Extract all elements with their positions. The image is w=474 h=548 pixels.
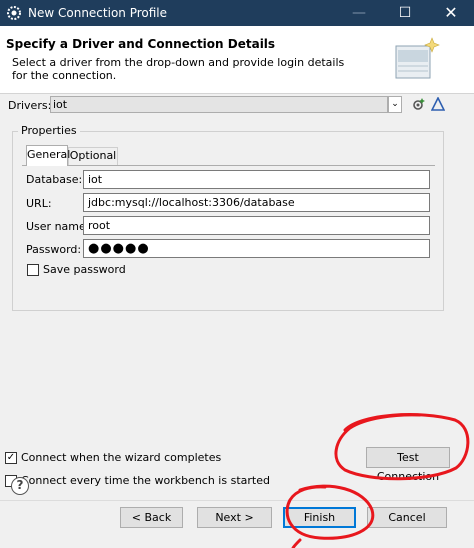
new-driver-icon[interactable] (412, 97, 426, 111)
database-field[interactable]: iot (83, 170, 430, 189)
page-title: Specify a Driver and Connection Details (6, 37, 276, 51)
window-title: New Connection Profile (28, 6, 168, 20)
chevron-down-icon[interactable]: ⌄ (388, 96, 402, 113)
connect-on-finish-checkbox[interactable]: ✓ (5, 452, 17, 464)
properties-legend: Properties (18, 124, 80, 137)
save-password-label: Save password (43, 263, 126, 276)
minimize-button[interactable]: — (336, 0, 382, 26)
username-field[interactable]: root (83, 216, 430, 235)
maximize-button[interactable]: ☐ (382, 0, 428, 26)
wizard-header: Specify a Driver and Connection Details … (0, 26, 474, 94)
drivers-label: Drivers: (8, 99, 52, 112)
edit-driver-icon[interactable] (431, 97, 445, 111)
save-password-checkbox[interactable] (27, 264, 39, 276)
tab-optional[interactable]: Optional (68, 147, 118, 165)
url-field[interactable]: jdbc:mysql://localhost:3306/database (83, 193, 430, 212)
test-connection-button[interactable]: Test Connection (366, 447, 450, 483)
connect-on-startup-label: Connect every time the workbench is star… (21, 474, 270, 487)
password-field[interactable]: ●●●●● (83, 239, 430, 258)
database-label: Database: (26, 173, 83, 186)
cancel-button[interactable]: Cancel (367, 507, 447, 528)
wizard-body: Drivers: iot ⌄ Properties General Option… (0, 94, 474, 500)
username-label: User name: (26, 220, 90, 233)
finish-button[interactable]: Finish (283, 507, 356, 528)
tab-general[interactable]: General (26, 145, 70, 166)
password-label: Password: (26, 243, 82, 256)
window-titlebar: New Connection Profile — ☐ ✕ (0, 0, 474, 26)
help-icon[interactable]: ? (11, 477, 29, 495)
back-button[interactable]: < Back (120, 507, 183, 528)
close-button[interactable]: ✕ (428, 0, 474, 26)
connect-on-finish-label: Connect when the wizard completes (21, 451, 222, 464)
next-button[interactable]: Next > (197, 507, 272, 528)
page-description: Select a driver from the drop-down and p… (12, 56, 345, 82)
drivers-dropdown[interactable]: iot (50, 96, 388, 113)
url-label: URL: (26, 197, 52, 210)
app-gear-icon (7, 6, 21, 20)
wizard-banner-icon (395, 37, 440, 79)
